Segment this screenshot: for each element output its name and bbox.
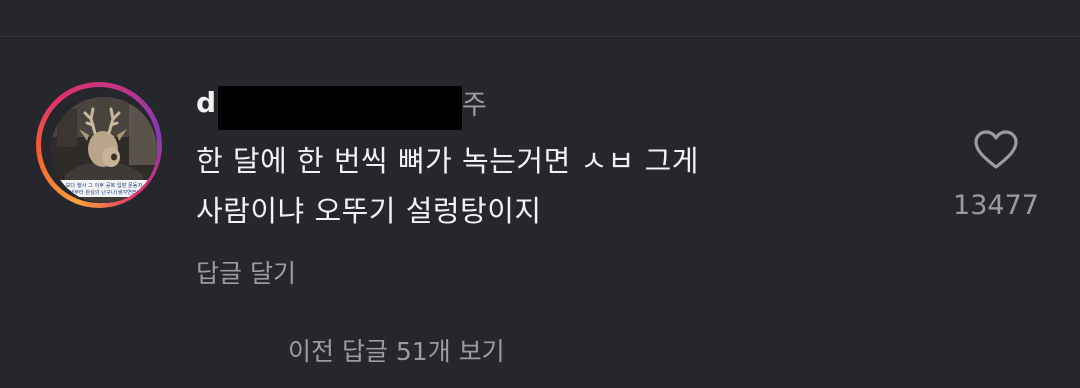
avatar-caption-line2: 생부터 관심의 난구나(생각연습) (69, 188, 138, 196)
comment-item: 보다 행사 그 이후 공복 입장 문동지 생부터 관심의 난구나(생각연습) d… (0, 0, 1080, 388)
avatar-story-ring[interactable]: 보다 행사 그 이후 공복 입장 문동지 생부터 관심의 난구나(생각연습) (36, 82, 162, 208)
like-button[interactable] (970, 126, 1022, 174)
comment-timestamp: 주 (462, 89, 487, 121)
reply-button[interactable]: 답글 달기 (196, 254, 296, 290)
avatar-caption-line1: 보다 행사 그 이후 공복 입장 문동지 (66, 181, 143, 189)
username[interactable]: d (196, 86, 216, 119)
heart-outline-icon (974, 130, 1018, 169)
like-count: 13477 (953, 190, 1039, 221)
comment-text: 한 달에 한 번씩 뼈가 녹는거면 ㅅㅂ 그게 사람이냐 오뚜기 설렁탕이지 (196, 144, 699, 228)
avatar-image: 보다 행사 그 이후 공복 입장 문동지 생부터 관심의 난구나(생각연습) (51, 97, 157, 203)
avatar[interactable]: 보다 행사 그 이후 공복 입장 문동지 생부터 관심의 난구나(생각연습) (51, 97, 157, 203)
comment-header: d 주 (196, 82, 487, 130)
view-previous-replies-button[interactable]: 이전 답글 51개 보기 (288, 332, 505, 368)
username-redaction (218, 86, 463, 130)
